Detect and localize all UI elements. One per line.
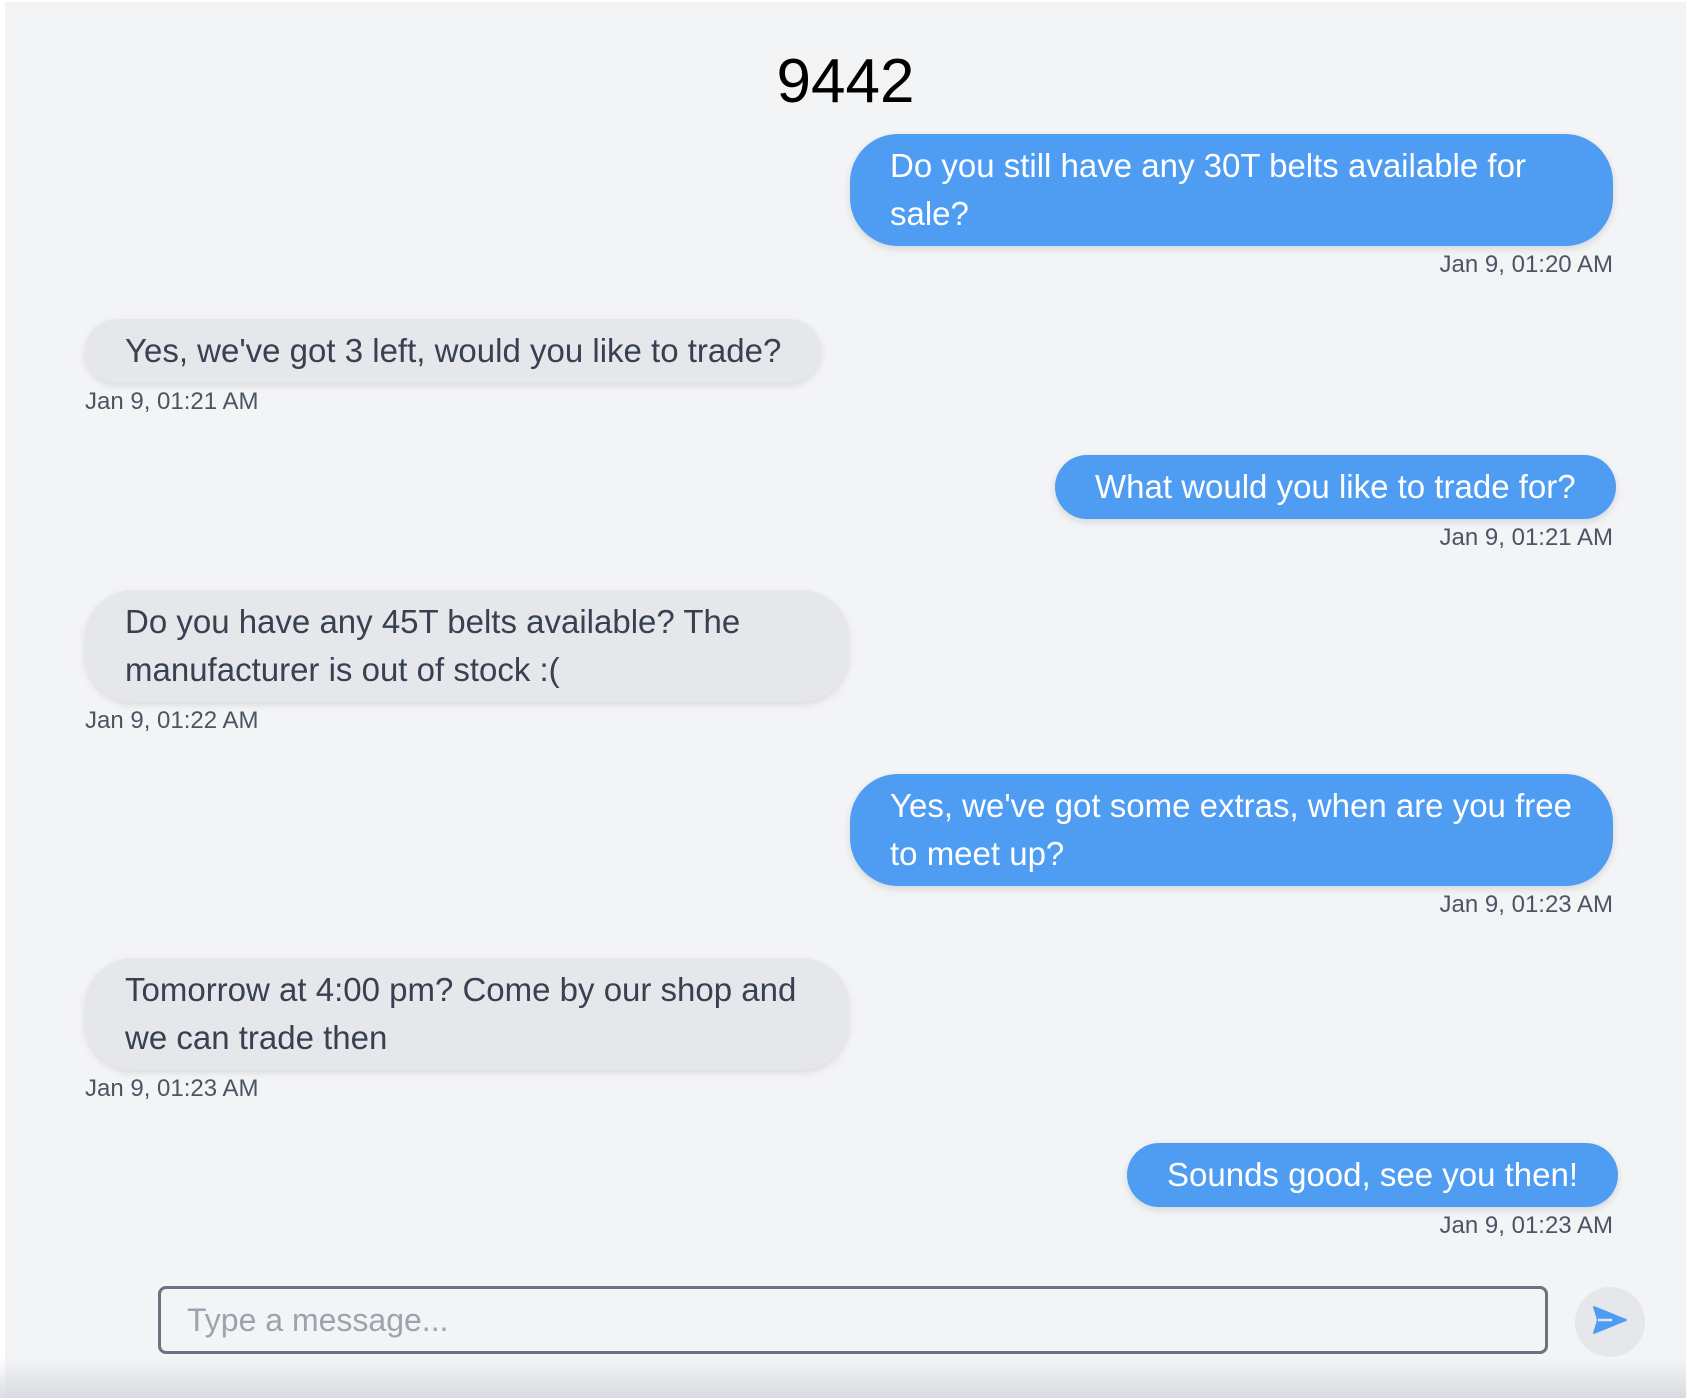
send-icon [1592, 1305, 1628, 1340]
message-bubble: What would you like to trade for? [1055, 455, 1616, 519]
message-outgoing: What would you like to trade for? Jan 9,… [1055, 455, 1616, 553]
message-input[interactable] [185, 1300, 1521, 1340]
message-bubble: Sounds good, see you then! [1127, 1143, 1618, 1207]
chat-title: 9442 [776, 47, 915, 116]
message-outgoing: Yes, we've got some extras, when are you… [850, 774, 1613, 920]
message-outgoing: Do you still have any 30T belts availabl… [850, 134, 1613, 280]
message-timestamp: Jan 9, 01:21 AM [1439, 524, 1613, 551]
message-timestamp: Jan 9, 01:20 AM [1439, 251, 1613, 278]
message-bubble: Yes, we've got 3 left, would you like to… [85, 319, 822, 383]
message-bubble: Tomorrow at 4:00 pm? Come by our shop an… [85, 958, 849, 1070]
message-timestamp: Jan 9, 01:22 AM [85, 707, 259, 734]
message-incoming: Tomorrow at 4:00 pm? Come by our shop an… [85, 958, 849, 1104]
message-timestamp: Jan 9, 01:23 AM [1439, 891, 1613, 918]
message-bubble: Do you have any 45T belts available? The… [85, 590, 849, 702]
message-composer [158, 1286, 1548, 1354]
message-incoming: Do you have any 45T belts available? The… [85, 590, 849, 736]
send-button[interactable] [1575, 1287, 1645, 1357]
message-outgoing: Sounds good, see you then! Jan 9, 01:23 … [1127, 1143, 1618, 1241]
chat-panel: 9442 Do you still have any 30T belts ava… [5, 2, 1686, 1398]
message-incoming: Yes, we've got 3 left, would you like to… [85, 319, 822, 417]
message-timestamp: Jan 9, 01:23 AM [85, 1075, 259, 1102]
message-timestamp: Jan 9, 01:23 AM [1439, 1212, 1613, 1239]
bottom-edge-shadow [0, 1358, 1686, 1398]
message-bubble: Do you still have any 30T belts availabl… [850, 134, 1613, 246]
message-bubble: Yes, we've got some extras, when are you… [850, 774, 1613, 886]
message-timestamp: Jan 9, 01:21 AM [85, 388, 259, 415]
